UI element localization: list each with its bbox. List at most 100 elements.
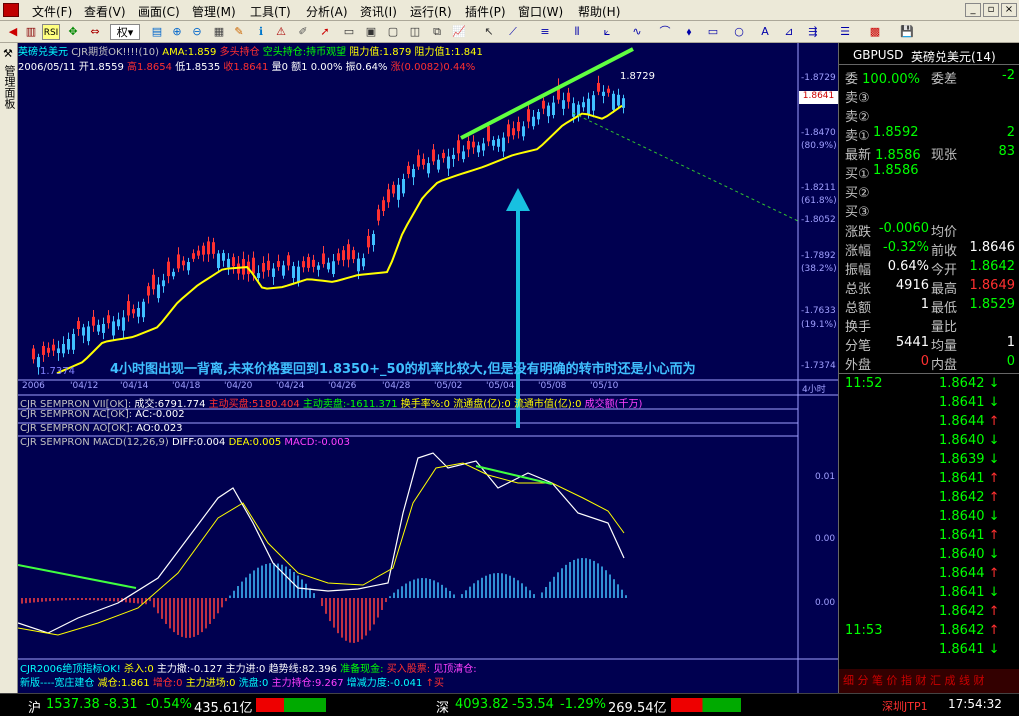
period-label[interactable]: 4小时 [802,382,826,395]
quote-panel: GBPUSD 英磅兑美元(14) 委 100.00% 委差 -2 最新 1.85… [838,43,1019,693]
tick-direction-icon: ↑ [988,604,1000,619]
candle [187,262,190,271]
candle [77,321,80,329]
chart-area[interactable]: 英磅兑美元 CJR期货OK!!!!(10) AMA:1.859 多头持仓 空头持… [18,43,838,693]
candle [82,327,85,336]
cycle-tool-icon[interactable]: ∿ [628,24,646,40]
alert-icon[interactable]: ⚠ [272,24,290,40]
line-style-icon[interactable]: ☰ [836,24,854,40]
management-panel-tab[interactable]: ⚒ 管理面板 [0,43,18,693]
menu-item[interactable]: 分析(A) [306,3,348,20]
menu-item[interactable]: 插件(P) [465,3,506,20]
chart-icon[interactable]: ▥ [22,24,40,40]
menu-item[interactable]: 管理(M) [192,3,236,20]
buy-level-row[interactable]: 买② [845,182,1015,201]
candle [182,260,185,266]
candle [502,137,505,152]
rect-tool-icon[interactable]: ▭ [704,24,722,40]
cursor-icon[interactable]: ↖ [480,24,498,40]
swap-icon[interactable]: ⇔ [86,24,104,40]
info-icon[interactable]: ℹ [252,24,270,40]
arc-tool-icon[interactable]: ⌒ [656,24,674,40]
move-icon[interactable]: ✥ [64,24,82,40]
menu-item[interactable]: 画面(C) [138,3,180,20]
quote-stat-value: 4916 [895,278,929,293]
style-tool-icon[interactable]: ⇶ [804,24,822,40]
price-tick-label: -1.8729 [801,73,836,83]
chart-type-icon[interactable]: 📈 [450,24,468,40]
candle [172,271,175,277]
grid-icon[interactable]: ▦ [210,24,228,40]
server-name[interactable]: 深圳JTP1 [882,698,928,714]
menu-item[interactable]: 帮助(H) [578,3,620,20]
vertical-lines-icon[interactable]: ⦀ [568,24,586,40]
zoom-in-icon[interactable]: ⊕ [168,24,186,40]
candle [232,257,235,267]
trend-line-top[interactable] [460,47,634,140]
menu-item[interactable]: 资讯(I) [360,3,397,20]
window-icon[interactable]: ▭ [340,24,358,40]
period-icon[interactable]: ▤ [148,24,166,40]
tick-row: 1.8642 ↓ [939,376,1009,395]
back-icon[interactable]: ◀ [4,24,22,40]
divergence-line-1[interactable] [18,564,137,589]
shape-tool-icon[interactable]: ⬧ [680,24,698,40]
sell-level-row[interactable]: 卖② [845,106,1015,125]
mark-tool-icon[interactable]: ⊿ [780,24,798,40]
restore-button[interactable]: ▫ [983,3,999,17]
quote-bottom-tabs[interactable]: 细 分 笔 价 指 财 汇 成 线 财 [839,669,1019,693]
quote-stat-label: 总额 [845,301,872,316]
candle [517,121,520,132]
sell-level-row[interactable]: 卖① 1.8592 2 [845,125,1015,144]
candle [57,348,60,354]
price-tick-label: -1.8470 [801,128,836,138]
tile-icon[interactable]: ▢ [384,24,402,40]
minimize-button[interactable]: _ [965,3,981,17]
cascade-icon[interactable]: ⧉ [428,24,446,40]
color-tool-icon[interactable]: ▩ [866,24,884,40]
quote-stat-label: 分笔 [845,339,872,354]
tick-direction-icon: ↓ [988,395,1000,410]
candle [52,344,55,351]
candle [567,92,570,102]
close-button[interactable]: × [1001,3,1017,17]
quote-stat-value: 1.8646 [969,240,1016,255]
tick-row: 1.8642 ↑ [939,604,1009,623]
projection-line[interactable] [572,112,799,222]
sell-level-row[interactable]: 卖③ [845,87,1015,106]
menu-item[interactable]: 文件(F) [32,3,72,20]
candle [47,347,50,353]
candle [127,301,130,316]
price-tick-label: -1.8211 [801,183,836,193]
circle-tool-icon[interactable]: ○ [730,24,748,40]
menu-item[interactable]: 工具(T) [250,3,291,20]
menu-item[interactable]: 运行(R) [410,3,452,20]
date-tick-label: '04/12 [70,381,99,391]
candle [217,253,220,269]
rights-select[interactable]: 权▾ [110,24,140,40]
quote-stat-row: 振幅 0.64% 今开 1.8642 [845,259,1015,278]
fan-tool-icon[interactable]: ⟀ [598,24,616,40]
split-icon[interactable]: ◫ [406,24,424,40]
tick-row: 1.8641 ↑ [939,471,1009,490]
text-tool-icon[interactable]: A [756,24,774,40]
arrow-icon[interactable]: ➚ [316,24,334,40]
draw-icon[interactable]: ✎ [230,24,248,40]
pen-icon[interactable]: ✐ [294,24,312,40]
tick-price: 1.8641 [939,585,989,600]
channel-tool-icon[interactable]: ≡ [536,24,554,40]
layout-icon[interactable]: ▣ [362,24,380,40]
save-icon[interactable]: 💾 [898,24,916,40]
candle [487,126,490,142]
menu-item[interactable]: 查看(V) [84,3,126,20]
candle [207,241,210,255]
rsi-button[interactable]: RSI [42,24,60,40]
buy-level-row[interactable]: 买③ [845,201,1015,220]
zoom-out-icon[interactable]: ⊖ [188,24,206,40]
line-tool-icon[interactable]: ⟋ [504,24,522,40]
buy-level-row[interactable]: 买① 1.8586 [845,163,1015,182]
tick-row: 1.8641 ↑ [939,528,1009,547]
tools-icon: ⚒ [3,47,13,60]
bottom-indicator-row: 新版----宽庄建仓 减仓:1.861 增仓:0 主力进场:0 洗盘:0 主力持… [20,674,444,689]
menu-item[interactable]: 窗口(W) [518,3,563,20]
